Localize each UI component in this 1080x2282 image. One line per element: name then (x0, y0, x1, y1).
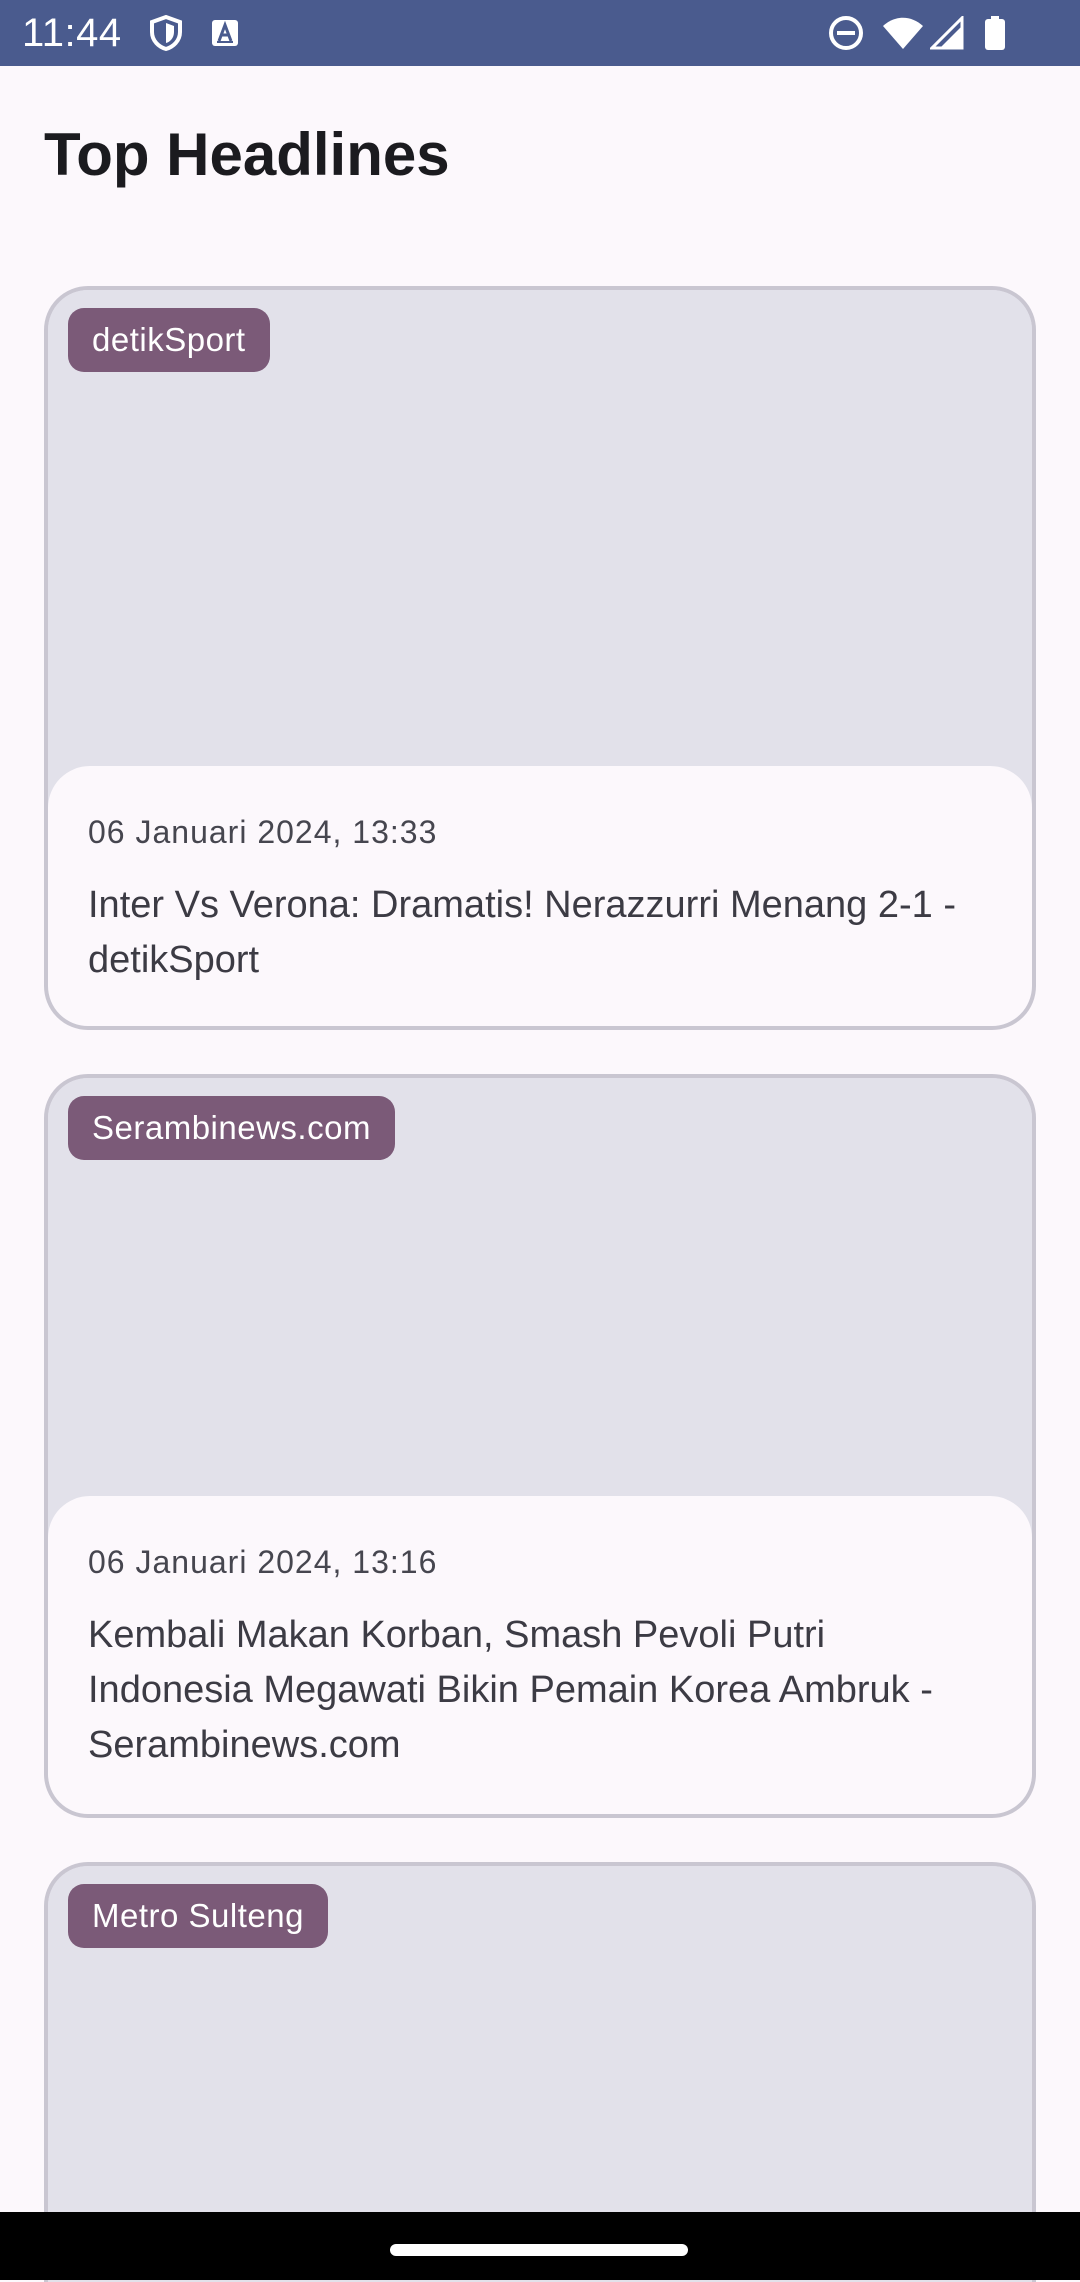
battery-icon (980, 0, 1010, 66)
keyboard-a-icon (208, 0, 242, 66)
article-date: 06 Januari 2024, 13:16 (88, 1544, 438, 1580)
article-title: Kembali Makan Korban, Smash Pevoli Putri… (88, 1614, 933, 1766)
source-badge: detikSport (68, 308, 270, 372)
wifi-icon (880, 0, 926, 66)
article-title: Inter Vs Verona: Dramatis! Nerazzurri Me… (88, 884, 957, 981)
status-bar: 11:44 (0, 0, 1080, 66)
cellular-signal-icon (928, 0, 966, 66)
article-date: 06 Januari 2024, 13:33 (88, 814, 438, 850)
home-gesture-handle[interactable] (390, 2244, 688, 2256)
article-body: 06 Januari 2024, 13:33 Inter Vs Verona: … (48, 766, 1032, 1026)
article-body: 06 Januari 2024, 13:16 Kembali Makan Kor… (48, 1496, 1032, 1814)
do-not-disturb-icon (826, 0, 866, 66)
status-time: 11:44 (22, 11, 122, 55)
article-card[interactable]: detikSport 06 Januari 2024, 13:33 Inter … (44, 286, 1036, 1030)
navigation-bar (0, 2212, 1080, 2280)
shield-icon (146, 0, 186, 66)
source-badge: Metro Sulteng (68, 1884, 328, 1948)
source-badge: Serambinews.com (68, 1096, 395, 1160)
page-title: Top Headlines (44, 121, 450, 188)
article-card[interactable]: Serambinews.com 06 Januari 2024, 13:16 K… (44, 1074, 1036, 1818)
